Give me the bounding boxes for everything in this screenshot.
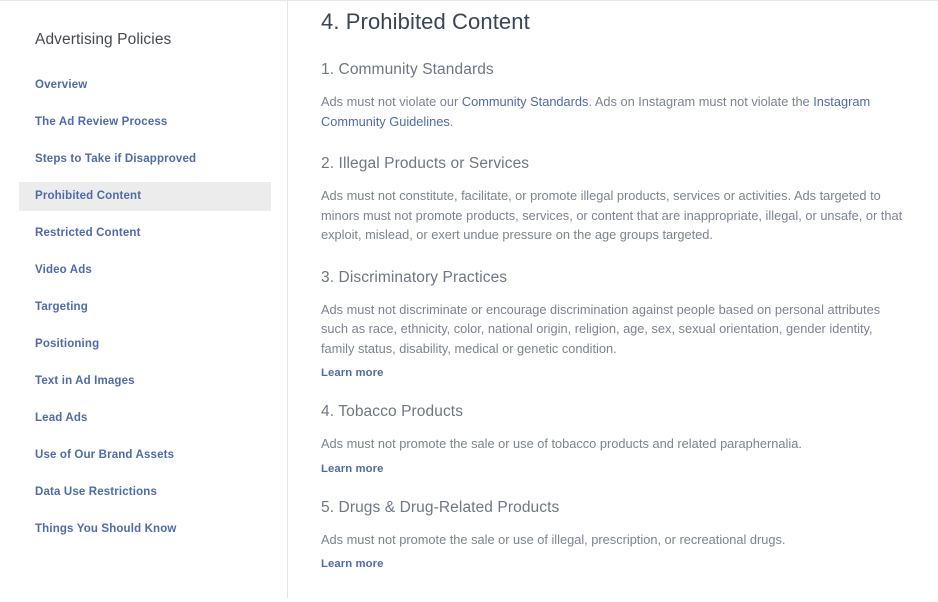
section-body: Ads must not violate our Community Stand… — [321, 92, 905, 131]
section-body: Ads must not discriminate or encourage d… — [321, 301, 881, 356]
sidebar-item-prohibited-content[interactable]: Prohibited Content — [19, 182, 271, 211]
sidebar-item-overview[interactable]: Overview — [0, 71, 288, 100]
community-standards-link[interactable]: Community Standards — [462, 94, 589, 109]
section-heading: 3. Discriminatory Practices — [321, 268, 508, 286]
section-body: Ads must not promote the sale or use of … — [321, 436, 802, 451]
body-text-fragment: . Ads on Instagram must not violate the — [588, 94, 814, 109]
sidebar-item-things-you-should-know[interactable]: Things You Should Know — [0, 515, 288, 544]
sidebar-item-text-in-ad-images[interactable]: Text in Ad Images — [0, 367, 288, 396]
learn-more-link[interactable]: Learn more — [321, 558, 384, 570]
sidebar-item-steps-to-take-if-disapproved[interactable]: Steps to Take if Disapproved — [0, 145, 288, 174]
section-illegal-products-or-services: 2. Illegal Products or Services Ads must… — [321, 155, 905, 245]
page-title: 4. Prohibited Content — [321, 9, 530, 34]
sidebar-item-data-use-restrictions[interactable]: Data Use Restrictions — [0, 478, 288, 507]
sidebar-item-use-of-our-brand-assets[interactable]: Use of Our Brand Assets — [0, 441, 288, 470]
sidebar-item-the-ad-review-process[interactable]: The Ad Review Process — [0, 108, 288, 137]
learn-more-link[interactable]: Learn more — [321, 463, 384, 475]
section-community-standards: 1. Community Standards Ads must not viol… — [321, 61, 905, 131]
body-text-fragment: Ads must not violate our — [321, 94, 462, 109]
sidebar-title: Advertising Policies — [35, 31, 172, 48]
sidebar-item-targeting[interactable]: Targeting — [0, 293, 288, 322]
learn-more-link[interactable]: Learn more — [321, 367, 384, 379]
section-tobacco-products: 4. Tobacco Products Ads must not promote… — [321, 403, 905, 477]
sidebar-item-restricted-content[interactable]: Restricted Content — [0, 219, 288, 248]
sidebar-navigation: Advertising Policies Overview The Ad Rev… — [0, 1, 288, 602]
policy-page: Advertising Policies Overview The Ad Rev… — [0, 1, 938, 602]
section-heading: 2. Illegal Products or Services — [321, 155, 530, 172]
section-discriminatory-practices: 3. Discriminatory Practices Ads must not… — [321, 269, 905, 382]
section-body: Ads must not constitute, facilitate, or … — [321, 188, 903, 242]
sidebar-item-video-ads[interactable]: Video Ads — [0, 256, 288, 285]
body-text-fragment: . — [449, 113, 454, 129]
sidebar-item-lead-ads[interactable]: Lead Ads — [0, 404, 288, 433]
sidebar-item-list: Overview The Ad Review Process Steps to … — [0, 71, 288, 544]
section-drugs-and-drug-related-products: 5. Drugs & Drug-Related Products Ads mus… — [321, 499, 905, 573]
main-content: 4. Prohibited Content 1. Community Stand… — [288, 1, 938, 602]
section-body: Ads must not promote the sale or use of … — [321, 531, 786, 547]
section-heading: 4. Tobacco Products — [321, 403, 464, 420]
sidebar-item-positioning[interactable]: Positioning — [0, 330, 288, 359]
section-heading: 5. Drugs & Drug-Related Products — [321, 498, 560, 516]
section-heading: 1. Community Standards — [321, 61, 494, 78]
